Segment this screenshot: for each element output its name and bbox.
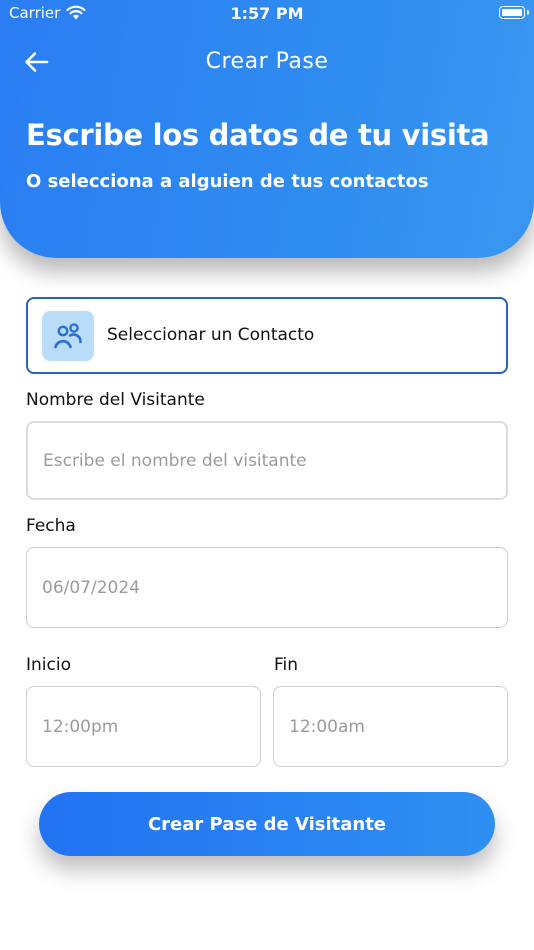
header: Carrier 1:57 PM Crear Pase Escribe los d… <box>0 0 534 258</box>
visitor-name-placeholder: Escribe el nombre del visitante <box>43 450 307 471</box>
visitor-name-input[interactable]: Escribe el nombre del visitante <box>26 421 508 500</box>
nav-title: Crear Pase <box>205 49 329 74</box>
page-subtitle: O selecciona a alguien de tus contactos <box>26 171 429 192</box>
date-value: 06/07/2024 <box>42 577 140 598</box>
create-visitor-pass-button[interactable]: Crear Pase de Visitante <box>39 792 495 856</box>
create-visitor-pass-label: Crear Pase de Visitante <box>147 813 387 835</box>
start-time-input[interactable]: 12:00pm <box>26 686 261 767</box>
people-icon <box>42 311 94 361</box>
clock: 1:57 PM <box>230 4 304 23</box>
end-time-value: 12:00am <box>289 716 365 737</box>
select-contact-label: Seleccionar un Contacto <box>107 325 315 345</box>
visitor-name-label: Nombre del Visitante <box>26 390 205 410</box>
battery-icon <box>499 6 529 19</box>
end-time-input[interactable]: 12:00am <box>273 686 508 767</box>
status-bar: Carrier 1:57 PM <box>0 0 534 28</box>
start-time-value: 12:00pm <box>42 716 119 737</box>
select-contact-button[interactable]: Seleccionar un Contacto <box>26 297 508 374</box>
page-title: Escribe los datos de tu visita <box>26 118 490 152</box>
date-input[interactable]: 06/07/2024 <box>26 547 508 628</box>
start-time-label: Inicio <box>26 655 71 675</box>
date-label: Fecha <box>26 516 76 536</box>
end-time-label: Fin <box>274 655 299 675</box>
